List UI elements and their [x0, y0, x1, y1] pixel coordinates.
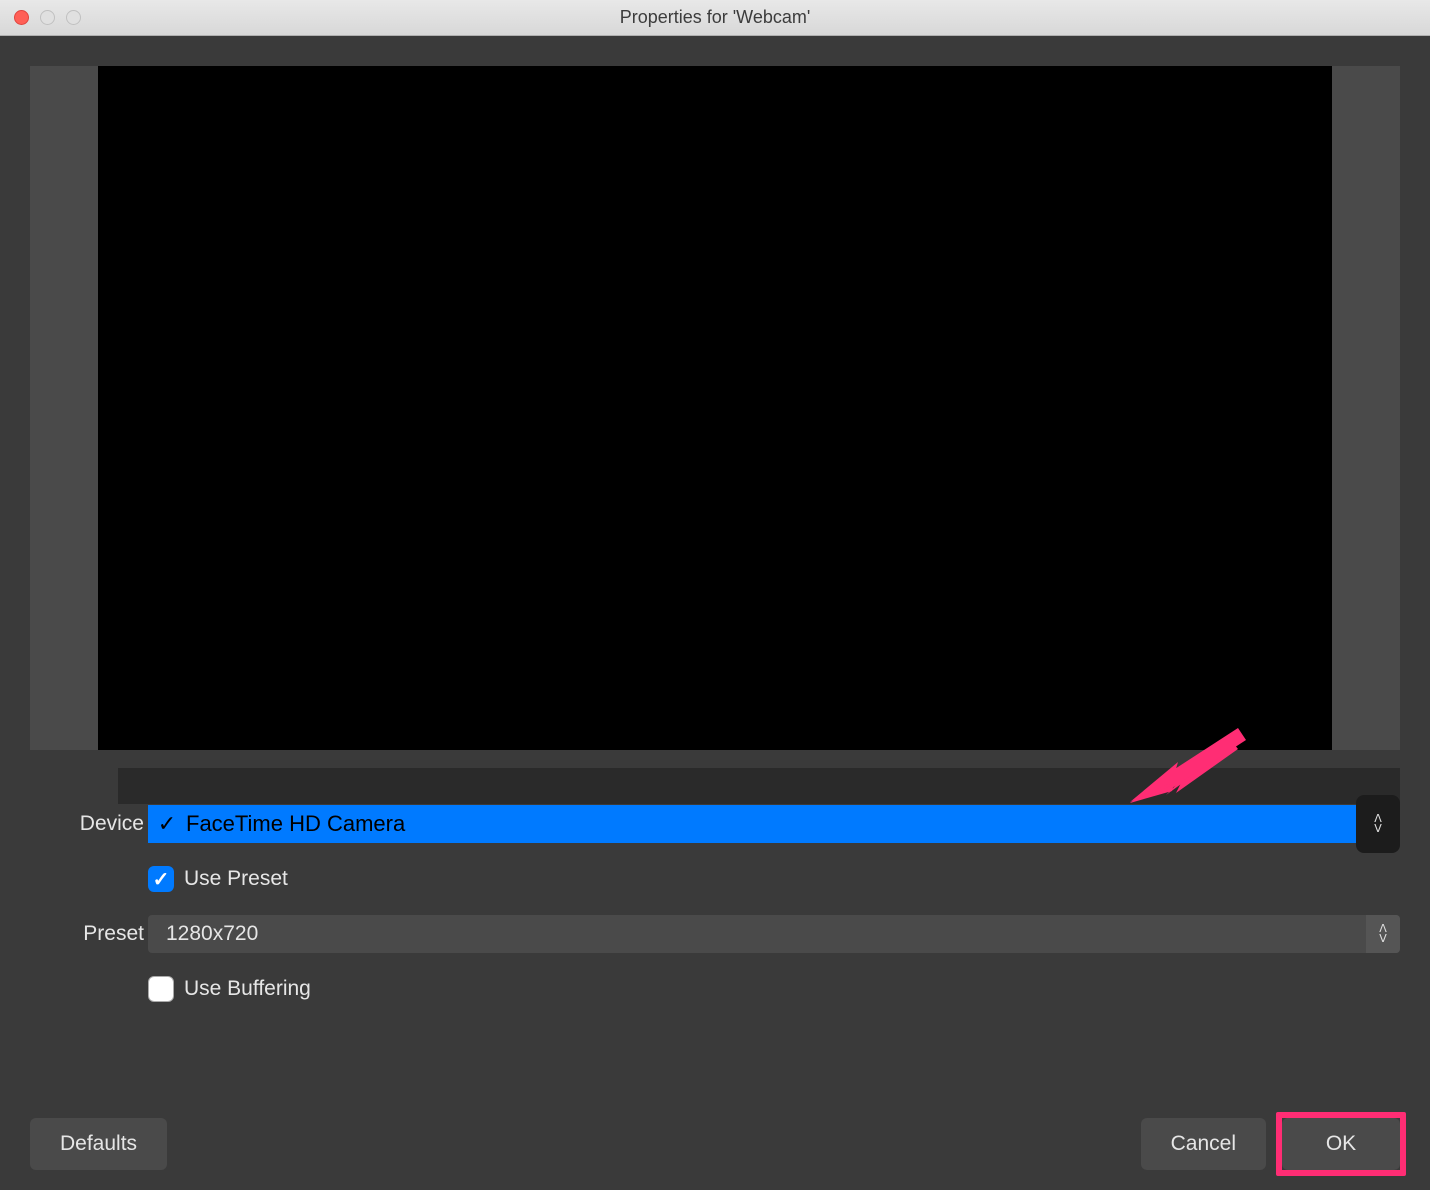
- minimize-window-button[interactable]: [40, 10, 55, 25]
- preset-label: Preset: [30, 922, 148, 946]
- check-icon: ✓: [148, 811, 186, 837]
- ok-button[interactable]: OK: [1282, 1118, 1400, 1170]
- maximize-window-button[interactable]: [66, 10, 81, 25]
- preset-dropdown[interactable]: 1280x720 ᐱ ᐯ: [148, 915, 1400, 953]
- preview-container: [30, 66, 1400, 750]
- chevron-down-icon: ᐯ: [1379, 934, 1387, 944]
- device-label: Device: [30, 812, 148, 836]
- dropdown-expanded-background: [118, 768, 1400, 804]
- use-buffering-label: Use Buffering: [184, 977, 311, 1001]
- close-window-button[interactable]: [14, 10, 29, 25]
- use-preset-label: Use Preset: [184, 867, 288, 891]
- use-buffering-checkbox[interactable]: [148, 976, 174, 1002]
- preset-dropdown-value: 1280x720: [166, 922, 258, 946]
- use-preset-checkbox[interactable]: ✓: [148, 866, 174, 892]
- window-title: Properties for 'Webcam': [0, 7, 1430, 28]
- webcam-preview: [98, 66, 1332, 750]
- dropdown-stepper-icon[interactable]: ᐱ ᐯ: [1366, 915, 1400, 953]
- chevron-down-icon: ᐯ: [1374, 824, 1382, 834]
- traffic-lights: [14, 10, 81, 25]
- device-dropdown[interactable]: ✓ FaceTime HD Camera ᐱ ᐯ: [148, 805, 1356, 843]
- check-icon: ✓: [153, 867, 170, 892]
- device-dropdown-value: FaceTime HD Camera: [186, 811, 405, 837]
- window-titlebar: Properties for 'Webcam': [0, 0, 1430, 36]
- defaults-button[interactable]: Defaults: [30, 1118, 167, 1170]
- dropdown-stepper-icon[interactable]: ᐱ ᐯ: [1356, 795, 1400, 853]
- cancel-button[interactable]: Cancel: [1141, 1118, 1266, 1170]
